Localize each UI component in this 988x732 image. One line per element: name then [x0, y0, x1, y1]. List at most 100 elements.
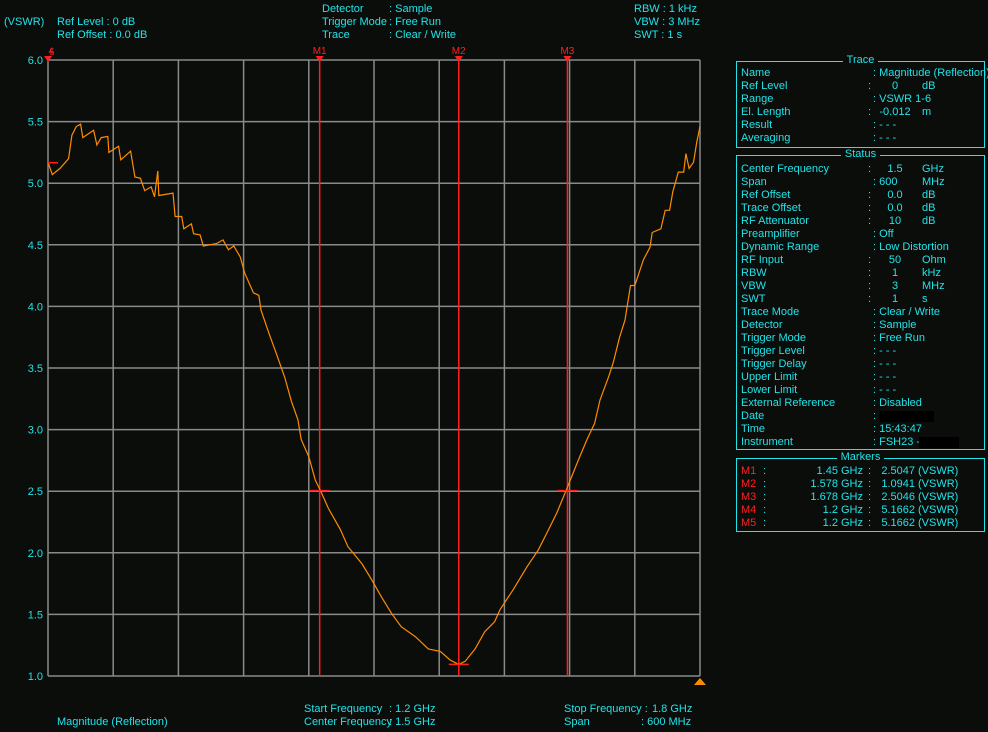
- row-unit: GHz: [922, 163, 944, 175]
- panel-row: Lower Limit: - - -: [737, 384, 984, 397]
- colon: :: [868, 504, 872, 516]
- panel-row: Trigger Mode: Free Run: [737, 332, 984, 345]
- trigger-mode-label: Trigger Mode: [322, 16, 388, 28]
- y-tick-label: 1.5: [28, 609, 43, 621]
- marker-row: M5:1.2 GHz:5.1662 (VSWR): [737, 517, 984, 530]
- row-value: : - - -: [873, 345, 897, 357]
- panel-row: Date: ': [737, 410, 984, 423]
- stop-frequency-triangle-icon: [694, 678, 706, 685]
- y-unit-label: (VSWR): [4, 16, 45, 28]
- marker-frequency: 1.2 GHz: [822, 517, 863, 529]
- row-label: RF Input: [741, 254, 784, 266]
- row-value: : 15:43:47: [873, 423, 922, 435]
- row-label: Preamplifier: [741, 228, 800, 240]
- y-tick-label: 2.0: [28, 548, 43, 560]
- panel-row: RF Attenuator:10 dB: [737, 215, 984, 228]
- y-tick-label: 5.5: [28, 117, 43, 129]
- row-number: 3: [891, 280, 899, 292]
- row-value: : Clear / Write: [873, 306, 941, 318]
- row-label: Upper Limit: [741, 371, 798, 383]
- redacted-block: [919, 437, 959, 448]
- marker-name: M1: [741, 465, 757, 477]
- row-value: : - - -: [873, 384, 897, 396]
- colon: :: [763, 491, 767, 503]
- start-frequency-label: Start Frequency: [304, 703, 383, 715]
- marker-frequency: 1.2 GHz: [822, 504, 863, 516]
- row-number: -0.012: [879, 106, 911, 118]
- row-unit: kHz: [922, 267, 941, 279]
- marker-unit: (VSWR): [918, 478, 959, 490]
- markers-panel-title: Markers: [836, 451, 885, 463]
- row-label: Result: [741, 119, 773, 131]
- panel-row: Span: 600 MHz: [737, 176, 984, 189]
- y-tick-label: 5.0: [28, 178, 43, 190]
- row-label: Dynamic Range: [741, 241, 820, 253]
- row-number: 1: [891, 267, 899, 279]
- row-label: Date: [741, 410, 765, 422]
- panel-row: Time : 15:43:47: [737, 423, 984, 436]
- markers-panel: Markers M1:1.45 GHz:2.5047 (VSWR) M2:1.578…: [736, 451, 985, 532]
- start-frequency-value: : 1.2 GHz: [389, 703, 436, 715]
- marker-row: M4:1.2 GHz:5.1662 (VSWR): [737, 504, 984, 517]
- panel-row: Trigger Level: - - -: [737, 345, 984, 358]
- row-number: 0.0: [887, 202, 903, 214]
- y-tick-label: 3.5: [28, 363, 43, 375]
- row-value: : VSWR 1-6: [873, 93, 932, 105]
- panel-row: Name: Magnitude (Reflection): [737, 67, 988, 80]
- panel-row: External Reference: Disabled: [737, 397, 984, 410]
- panel-row: Trace Offset:0.0 dB: [737, 202, 984, 215]
- colon: :: [763, 465, 767, 477]
- row-label: Ref Offset: [741, 189, 791, 201]
- vswr-plot: 6.05.55.04.54.03.53.02.52.01.51.0M1 M2 M34…: [28, 46, 706, 685]
- marker-row: M3:1.678 GHz:2.5046 (VSWR): [737, 491, 984, 504]
- panel-row: Instrument : FSH23 -: [737, 436, 984, 449]
- panel-row: Ref Offset:0.0 dB: [737, 189, 984, 202]
- panel-row: SWT:1 s: [737, 293, 984, 306]
- marker-frequency: 1.578 GHz: [810, 478, 863, 490]
- rbw-readout: RBW : 1 kHz: [634, 3, 697, 15]
- marker-label-m4-m5: 5: [49, 47, 54, 57]
- y-tick-label: 4.0: [28, 301, 43, 313]
- center-frequency-value: : 1.5 GHz: [389, 716, 436, 728]
- y-tick-label: 1.0: [28, 671, 43, 683]
- row-value: : Sample: [873, 319, 917, 331]
- colon: :: [763, 517, 767, 529]
- colon: :: [868, 478, 872, 490]
- row-value: : - - -: [873, 119, 897, 131]
- y-tick-label: 4.5: [28, 240, 43, 252]
- panel-row: RF Input:50 Ohm: [737, 254, 984, 267]
- row-value: : - - -: [873, 132, 897, 144]
- marker-value: 2.5046: [881, 491, 915, 503]
- row-unit: MHz: [922, 280, 945, 292]
- y-tick-label: 3.0: [28, 425, 43, 437]
- panel-row: VBW:3 MHz: [737, 280, 984, 293]
- row-value: : FSH23 -: [873, 436, 921, 448]
- marker-value: 2.5047: [881, 465, 915, 477]
- trace-value: : Clear / Write: [389, 29, 457, 41]
- marker-label: M2: [452, 46, 466, 57]
- row-label: Averaging: [741, 132, 791, 144]
- marker-name: M4: [741, 504, 757, 516]
- panel-row: Dynamic Range : Low Distortion: [737, 241, 984, 254]
- row-value: : Off: [873, 228, 894, 240]
- marker-name: M2: [741, 478, 757, 490]
- panel-row: RBW:1 kHz: [737, 267, 984, 280]
- row-label: VBW: [741, 280, 767, 292]
- panel-row: Center Frequency:1.5 GHz: [737, 163, 984, 176]
- stop-frequency-label: Stop Frequency :: [564, 703, 648, 715]
- marker-value: 5.1662: [881, 504, 915, 516]
- row-label: Time: [741, 423, 766, 435]
- colon: :: [868, 465, 872, 477]
- row-unit: dB: [922, 215, 936, 227]
- row-unit: dB: [922, 202, 936, 214]
- row-label: Instrument: [741, 436, 793, 448]
- ref-level: Ref Level : 0 dB: [57, 16, 136, 28]
- row-label: Name: [741, 67, 771, 79]
- row-unit: MHz: [922, 176, 945, 188]
- marker-unit: (VSWR): [918, 504, 959, 516]
- row-unit: s: [922, 293, 928, 305]
- row-value: : Low Distortion: [873, 241, 949, 253]
- marker-name: M5: [741, 517, 757, 529]
- row-number: 50: [888, 254, 902, 266]
- marker-unit: (VSWR): [918, 517, 959, 529]
